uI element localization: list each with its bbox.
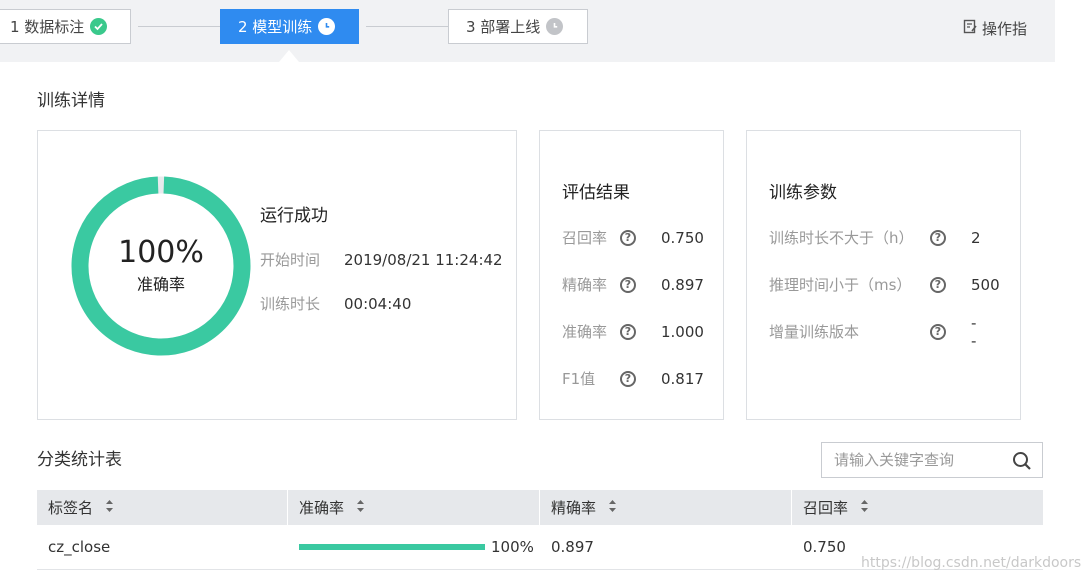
metric-label: 召回率 bbox=[562, 229, 608, 247]
column-header-recall[interactable]: 召回率 bbox=[792, 490, 1043, 525]
search-icon[interactable] bbox=[1012, 451, 1032, 475]
metric-row: 召回率 ? 0.750 bbox=[562, 227, 704, 248]
duration-value: 00:04:40 bbox=[344, 295, 412, 313]
watermark: https://blog.csdn.net/darkdoors bbox=[861, 555, 1082, 571]
section-title-training-detail: 训练详情 bbox=[37, 91, 105, 111]
active-step-pointer bbox=[279, 50, 299, 62]
accuracy-progress-bar bbox=[299, 544, 485, 550]
column-header-precision[interactable]: 精确率 bbox=[540, 490, 792, 525]
sort-icon[interactable] bbox=[608, 499, 617, 517]
question-mark-icon[interactable]: ? bbox=[620, 276, 636, 293]
section-title-category-stats: 分类统计表 bbox=[37, 450, 122, 470]
metric-label: F1值 bbox=[562, 370, 596, 388]
search-box bbox=[821, 442, 1043, 478]
metric-label: 精确率 bbox=[562, 276, 608, 294]
metric-value: 0.817 bbox=[661, 369, 704, 388]
question-mark-icon[interactable]: ? bbox=[930, 323, 946, 340]
cell-precision: 0.897 bbox=[551, 538, 594, 556]
start-time-label: 开始时间 bbox=[260, 251, 321, 269]
param-row: 增量训练版本 ? -- bbox=[769, 314, 976, 350]
param-row: 推理时间小于（ms） ? 500 bbox=[769, 274, 1000, 295]
metric-value: 1.000 bbox=[661, 322, 704, 341]
training-status-card: 100% 准确率 运行成功 开始时间 2019/08/21 11:24:42 训练… bbox=[37, 130, 517, 420]
cell-label-name: cz_close bbox=[48, 538, 111, 556]
column-header-accuracy[interactable]: 准确率 bbox=[288, 490, 540, 525]
run-status: 运行成功 bbox=[260, 206, 328, 226]
accuracy-ring: 100% 准确率 bbox=[70, 175, 252, 357]
accuracy-percent: 100% bbox=[118, 235, 204, 270]
param-value: -- bbox=[971, 313, 977, 350]
clock-icon bbox=[318, 18, 336, 35]
start-time-row: 开始时间 2019/08/21 11:24:42 bbox=[260, 249, 503, 270]
step-bar: 1 数据标注 2 模型训练 3 部署上线 操作指 bbox=[0, 0, 1055, 62]
table-header: 标签名 准确率 精确率 召回率 bbox=[37, 490, 1043, 525]
step-connector bbox=[366, 26, 448, 27]
column-header-label-name[interactable]: 标签名 bbox=[37, 490, 288, 525]
cell-accuracy: 100% bbox=[288, 525, 540, 569]
sort-icon[interactable] bbox=[860, 499, 869, 517]
param-label: 训练时长不大于（h） bbox=[769, 229, 914, 247]
clock-icon bbox=[546, 18, 564, 35]
metric-row: 准确率 ? 1.000 bbox=[562, 321, 704, 342]
document-edit-icon bbox=[963, 19, 978, 38]
accuracy-percent-text: 100% bbox=[491, 538, 534, 556]
check-circle-icon bbox=[90, 18, 108, 35]
param-label: 推理时间小于（ms） bbox=[769, 276, 912, 294]
step-label: 3 部署上线 bbox=[466, 18, 541, 36]
param-label: 增量训练版本 bbox=[769, 323, 860, 341]
duration-row: 训练时长 00:04:40 bbox=[260, 293, 411, 314]
sort-icon[interactable] bbox=[356, 499, 365, 517]
question-mark-icon[interactable]: ? bbox=[620, 229, 636, 246]
duration-label: 训练时长 bbox=[260, 295, 321, 313]
step-label: 1 数据标注 bbox=[10, 18, 85, 36]
evaluation-results-card: 评估结果 召回率 ? 0.750 精确率 ? 0.897 准确率 ? 1.000… bbox=[539, 130, 724, 420]
params-title: 训练参数 bbox=[769, 183, 837, 203]
search-input[interactable] bbox=[822, 443, 1002, 477]
operation-guide-link[interactable]: 操作指 bbox=[963, 18, 1027, 39]
question-mark-icon[interactable]: ? bbox=[620, 370, 636, 387]
param-value: 500 bbox=[971, 275, 1000, 294]
param-row: 训练时长不大于（h） ? 2 bbox=[769, 227, 981, 248]
step-label: 2 模型训练 bbox=[238, 18, 313, 36]
evaluation-title: 评估结果 bbox=[562, 183, 630, 203]
step-model-training[interactable]: 2 模型训练 bbox=[220, 9, 359, 44]
metric-row: 精确率 ? 0.897 bbox=[562, 274, 704, 295]
operation-guide-label: 操作指 bbox=[981, 20, 1027, 38]
metric-row: F1值 ? 0.817 bbox=[562, 368, 704, 389]
question-mark-icon[interactable]: ? bbox=[930, 229, 946, 246]
page-edge bbox=[1055, 0, 1085, 581]
metric-value: 0.897 bbox=[661, 275, 704, 294]
question-mark-icon[interactable]: ? bbox=[620, 323, 636, 340]
training-params-card: 训练参数 训练时长不大于（h） ? 2 推理时间小于（ms） ? 500 增量训… bbox=[746, 130, 1021, 420]
step-connector bbox=[138, 26, 220, 27]
question-mark-icon[interactable]: ? bbox=[930, 276, 946, 293]
metric-value: 0.750 bbox=[661, 228, 704, 247]
step-data-labeling[interactable]: 1 数据标注 bbox=[0, 9, 131, 44]
sort-icon[interactable] bbox=[105, 499, 114, 517]
accuracy-label: 准确率 bbox=[136, 275, 185, 294]
start-time-value: 2019/08/21 11:24:42 bbox=[344, 251, 503, 269]
metric-label: 准确率 bbox=[562, 323, 608, 341]
step-deploy[interactable]: 3 部署上线 bbox=[448, 9, 588, 44]
param-value: 2 bbox=[971, 228, 981, 247]
